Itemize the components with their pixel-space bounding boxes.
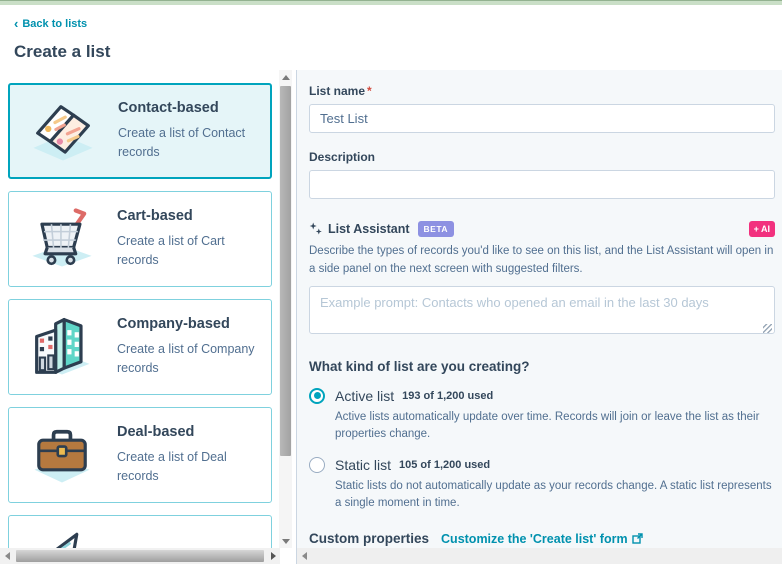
- static-list-radio[interactable]: [309, 457, 325, 473]
- chevron-left-icon: ‹: [14, 19, 18, 29]
- card-title: Company-based: [117, 316, 261, 332]
- scroll-left-icon[interactable]: [297, 552, 311, 560]
- list-assistant-description: Describe the types of records you'd like…: [309, 243, 775, 279]
- list-assistant-label: List Assistant: [328, 222, 410, 236]
- scroll-right-icon[interactable]: [266, 552, 280, 560]
- static-list-usage: 105 of 1,200 used: [399, 459, 490, 471]
- vertical-scroll-thumb[interactable]: [280, 86, 291, 456]
- company-illustration-icon: [19, 309, 105, 385]
- scroll-left-icon[interactable]: [0, 552, 14, 560]
- page-header: ‹ Back to lists Create a list: [0, 5, 782, 70]
- scroll-up-icon[interactable]: [279, 70, 292, 84]
- ai-badge[interactable]: + AI: [749, 221, 775, 237]
- card-company-based[interactable]: Company-based Create a list of Company r…: [8, 299, 272, 395]
- card-subtitle: Create a list of Company records: [117, 340, 261, 378]
- list-name-label: List name*: [309, 84, 775, 98]
- scroll-down-icon[interactable]: [279, 534, 292, 548]
- card-cart-based[interactable]: Cart-based Create a list of Cart records: [8, 191, 272, 287]
- create-list-form-panel: List name* Description List Assistant BE…: [296, 70, 782, 564]
- list-assistant-prompt-input[interactable]: [309, 286, 775, 334]
- card-title: Cart-based: [117, 208, 261, 224]
- list-type-panel: Contact-based Create a list of Contact r…: [0, 70, 296, 564]
- deal-illustration-icon: [19, 417, 105, 493]
- contacts-illustration-icon: [20, 93, 106, 169]
- active-list-radio[interactable]: [309, 388, 325, 404]
- required-asterisk: *: [367, 84, 372, 98]
- description-label: Description: [309, 150, 775, 164]
- back-to-lists-link[interactable]: ‹ Back to lists: [14, 18, 87, 30]
- card-contact-based[interactable]: Contact-based Create a list of Contact r…: [8, 83, 272, 179]
- active-list-usage: 193 of 1,200 used: [402, 390, 493, 402]
- card-subtitle: Create a list of Cart records: [117, 232, 261, 270]
- left-panel-horizontal-scrollbar[interactable]: [0, 548, 280, 564]
- partially-visible-illustration-icon: [19, 528, 105, 548]
- page-title: Create a list: [14, 42, 782, 62]
- static-list-description: Static lists do not automatically update…: [335, 478, 775, 513]
- active-list-label[interactable]: Active list: [335, 388, 394, 404]
- external-link-icon: [632, 533, 643, 544]
- active-list-description: Active lists automatically update over t…: [335, 409, 775, 444]
- horizontal-scroll-thumb[interactable]: [16, 550, 264, 562]
- beta-badge: BETA: [418, 221, 455, 237]
- list-assistant-header: List Assistant BETA + AI: [309, 221, 775, 237]
- card-title: Deal-based: [117, 424, 261, 440]
- list-kind-question: What kind of list are you creating?: [309, 359, 775, 374]
- static-list-label[interactable]: Static list: [335, 457, 391, 473]
- card-title: Contact-based: [118, 100, 260, 116]
- left-panel-vertical-scrollbar[interactable]: [279, 70, 292, 548]
- card-subtitle: Create a list of Contact records: [118, 124, 260, 162]
- cart-illustration-icon: [19, 201, 105, 277]
- back-link-label: Back to lists: [22, 18, 87, 30]
- right-panel-horizontal-scrollbar[interactable]: [297, 548, 782, 564]
- customize-form-link[interactable]: Customize the 'Create list' form: [441, 532, 643, 546]
- card-subtitle: Create a list of Deal records: [117, 448, 261, 486]
- card-partially-visible[interactable]: [8, 515, 272, 548]
- textarea-resize-handle[interactable]: [763, 324, 772, 333]
- list-name-input[interactable]: [309, 104, 775, 133]
- custom-properties-label: Custom properties: [309, 531, 429, 546]
- main-area: Contact-based Create a list of Contact r…: [0, 70, 782, 564]
- sparkles-icon: [309, 222, 323, 236]
- card-deal-based[interactable]: Deal-based Create a list of Deal records: [8, 407, 272, 503]
- description-input[interactable]: [309, 170, 775, 199]
- list-type-cards: Contact-based Create a list of Contact r…: [8, 83, 272, 548]
